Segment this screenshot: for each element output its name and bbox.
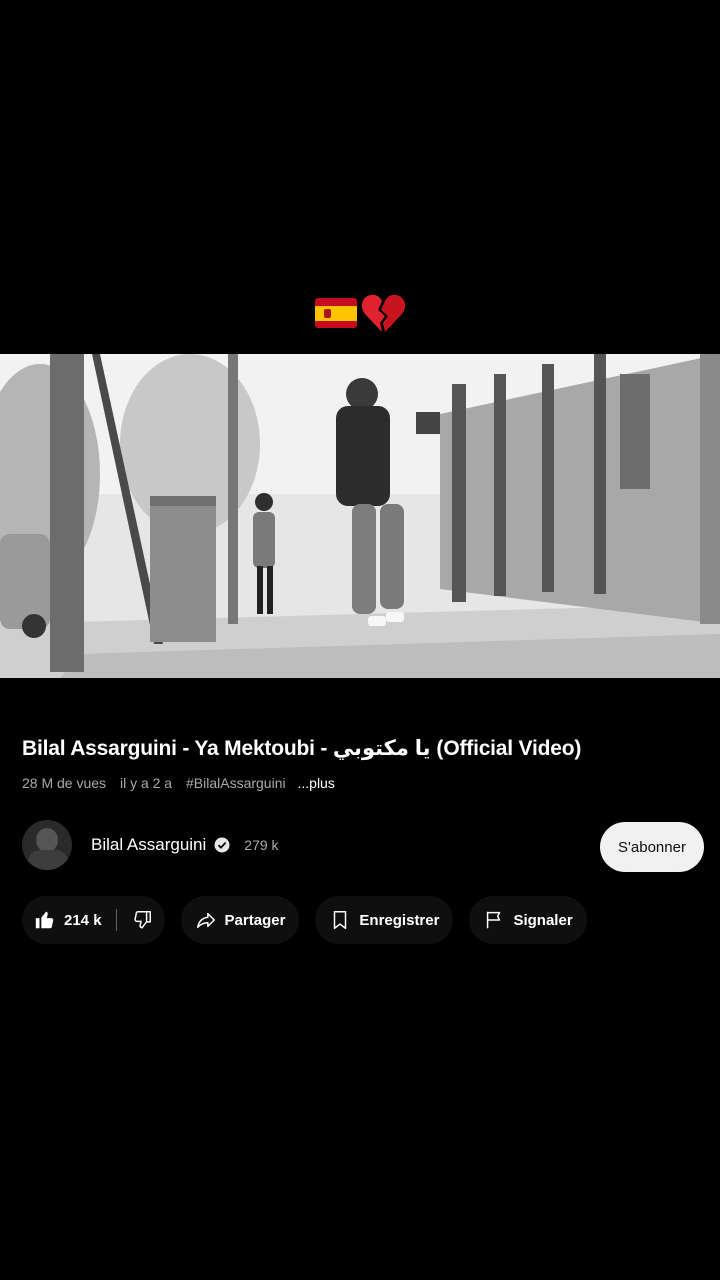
emoji-overlay [0, 292, 720, 334]
save-button[interactable]: Enregistrer [315, 896, 454, 944]
subscribe-button[interactable]: S'abonner [600, 822, 704, 872]
hashtag-link[interactable]: #BilalAssarguini [186, 775, 286, 791]
more-link[interactable]: ...plus [297, 775, 334, 791]
subscriber-count: 279 k [244, 837, 279, 853]
flag-icon [487, 911, 501, 929]
channel-avatar[interactable] [22, 820, 72, 870]
share-button[interactable]: Partager [180, 896, 300, 944]
action-bar: 214 k Partager Enregistrer Signaler [22, 896, 587, 944]
broken-heart-icon [361, 294, 405, 332]
save-label: Enregistrer [359, 911, 440, 929]
like-button[interactable]: 214 k [34, 909, 102, 931]
share-arrow-icon [196, 912, 215, 929]
thumbs-down-icon [133, 911, 151, 929]
channel-name[interactable]: Bilal Assarguini [91, 835, 206, 855]
like-count: 214 k [64, 911, 102, 929]
spain-flag-icon [315, 298, 357, 328]
upload-age: il y a 2 a [119, 775, 173, 791]
thumbs-up-icon [35, 911, 54, 929]
like-divider [115, 909, 117, 931]
share-label: Partager [224, 911, 286, 929]
report-button[interactable]: Signaler [469, 896, 587, 944]
view-count: 28 M de vues [22, 775, 107, 791]
video-frame [0, 354, 720, 678]
bookmark-icon [334, 911, 347, 929]
video-player[interactable] [0, 354, 720, 678]
dislike-button[interactable] [131, 909, 153, 931]
verified-badge-icon [214, 837, 230, 853]
like-dislike-group: 214 k [22, 896, 165, 944]
report-label: Signaler [513, 911, 573, 929]
video-title[interactable]: Bilal Assarguini - Ya Mektoubi - يا مكتو… [22, 736, 702, 761]
video-meta[interactable]: 28 M de vues il y a 2 a #BilalAssarguini… [22, 775, 345, 791]
